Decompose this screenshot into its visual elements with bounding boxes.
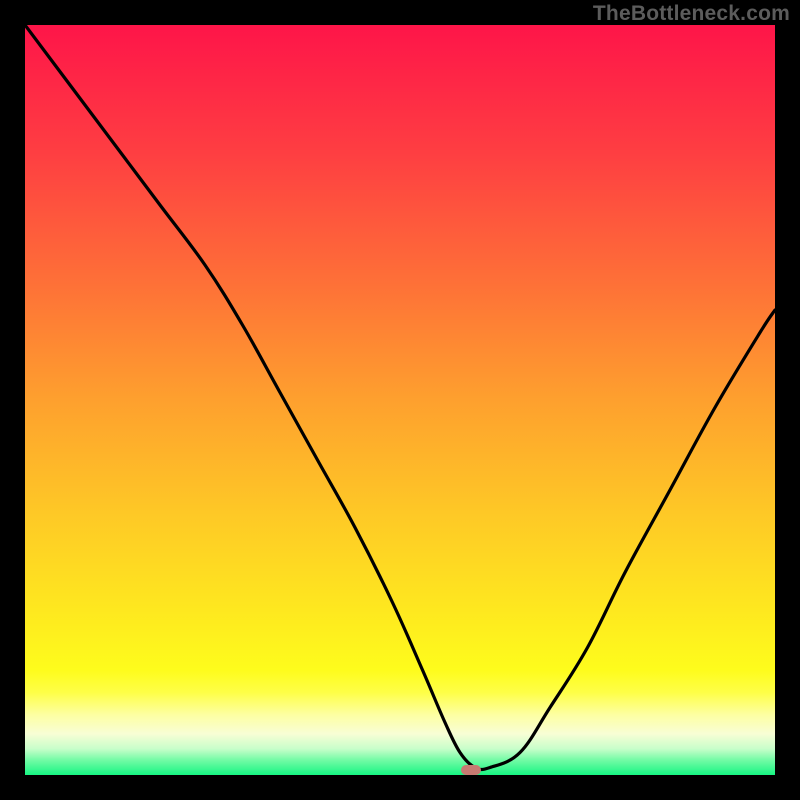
optimal-marker xyxy=(461,765,481,775)
plot-area xyxy=(25,25,775,775)
chart-frame: TheBottleneck.com xyxy=(0,0,800,800)
watermark-text: TheBottleneck.com xyxy=(593,2,790,26)
background-gradient xyxy=(25,25,775,775)
